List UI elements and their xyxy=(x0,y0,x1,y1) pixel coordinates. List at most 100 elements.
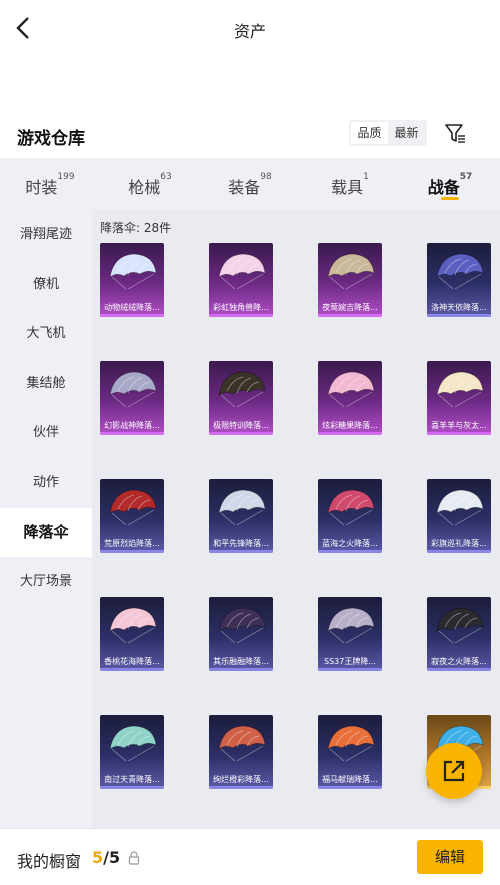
parachute-icon xyxy=(218,371,266,408)
page-title: 资产 xyxy=(233,22,266,41)
item-name: 炫彩糖果降落... xyxy=(322,421,378,430)
sidebar-item-glide-trail[interactable]: 滑翔尾迹 xyxy=(0,210,92,260)
item-name: 彩虹独角兽降... xyxy=(213,303,269,312)
rarity-bar xyxy=(100,314,164,317)
item-card[interactable]: 极限特训降落... xyxy=(209,361,273,435)
item-card[interactable]: 动物绒绒降落... xyxy=(100,243,164,317)
lock-icon xyxy=(128,850,140,865)
item-name: SS37王牌降... xyxy=(324,657,376,666)
category-tabs: 时装199 枪械63 装备98 载具1 战备57 xyxy=(0,158,500,210)
sidebar-item-emote[interactable]: 动作 xyxy=(0,458,92,508)
showcase-label: 我的橱窗 xyxy=(17,852,82,871)
parachute-icon xyxy=(436,253,484,290)
parachute-icon xyxy=(327,253,375,290)
item-name: 荒原烈焰降落... xyxy=(104,539,160,548)
parachute-icon xyxy=(109,253,157,290)
item-card[interactable]: 福马献瑞降落... xyxy=(318,715,382,789)
item-card[interactable]: 和平先锋降落... xyxy=(209,479,273,553)
rarity-bar xyxy=(318,786,382,789)
sidebar-item-airplane[interactable]: 大飞机 xyxy=(0,309,92,359)
sidebar-item-companion[interactable]: 伙伴 xyxy=(0,408,92,458)
footer-bar: 我的橱窗 5/5 编辑 xyxy=(0,828,500,885)
filter-icon[interactable] xyxy=(444,122,466,144)
item-card[interactable]: 彩旗巡礼降落... xyxy=(427,479,491,553)
item-name: 南过天青降落... xyxy=(104,775,160,784)
sidebar-item-wingman[interactable]: 僚机 xyxy=(0,260,92,310)
parachute-icon xyxy=(218,489,266,526)
sidebar-item-assembly-pod[interactable]: 集结舱 xyxy=(0,359,92,409)
item-name: 蓝海之火降落... xyxy=(322,539,378,548)
rarity-bar xyxy=(318,432,382,435)
parachute-icon xyxy=(436,489,484,526)
item-card[interactable]: 炫彩糖果降落... xyxy=(318,361,382,435)
sort-latest[interactable]: 最新 xyxy=(388,122,425,144)
tab-vehicles[interactable]: 载具1 xyxy=(300,158,400,210)
item-name: 寂夜之火降落... xyxy=(431,657,487,666)
item-card[interactable]: 南过天青降落... xyxy=(100,715,164,789)
item-name: 香桃花海降落... xyxy=(104,657,160,666)
item-name: 绚烂橙彩降落... xyxy=(213,775,269,784)
rarity-bar xyxy=(209,550,273,553)
item-card[interactable]: 洛神天依降落... xyxy=(427,243,491,317)
item-grid-panel: 降落伞: 28件 动物绒绒降落... 彩虹独角兽降... 夜莺婉吉降落... 洛神天依… xyxy=(92,210,500,828)
parachute-icon xyxy=(327,371,375,408)
rarity-bar xyxy=(318,668,382,671)
tab-equipment[interactable]: 装备98 xyxy=(200,158,300,210)
sort-quality[interactable]: 品质 xyxy=(351,122,388,144)
share-button[interactable] xyxy=(426,743,482,799)
rarity-bar xyxy=(318,314,382,317)
tab-weapons[interactable]: 枪械63 xyxy=(100,158,200,210)
parachute-icon xyxy=(218,253,266,290)
parachute-icon xyxy=(218,607,266,644)
rarity-bar xyxy=(100,432,164,435)
edit-button[interactable]: 编辑 xyxy=(417,840,483,874)
item-card[interactable]: 夜莺婉吉降落... xyxy=(318,243,382,317)
rarity-bar xyxy=(100,668,164,671)
parachute-icon xyxy=(218,725,266,762)
rarity-bar xyxy=(209,668,273,671)
warehouse-section: 游戏仓库 品质 最新 xyxy=(0,112,500,158)
parachute-icon xyxy=(109,725,157,762)
parachute-icon xyxy=(436,371,484,408)
parachute-icon xyxy=(436,607,484,644)
sidebar-item-parachute[interactable]: 降落伞 xyxy=(0,507,92,558)
parachute-icon xyxy=(327,607,375,644)
item-name: 极限特训降落... xyxy=(213,421,269,430)
share-external-icon xyxy=(443,760,465,782)
item-card[interactable]: 蓝海之火降落... xyxy=(318,479,382,553)
rarity-bar xyxy=(427,668,491,671)
item-name: 和平先锋降落... xyxy=(213,539,269,548)
rarity-bar xyxy=(100,550,164,553)
parachute-icon xyxy=(109,489,157,526)
rarity-bar xyxy=(427,314,491,317)
item-card[interactable]: 香桃花海降落... xyxy=(100,597,164,671)
item-name: 洛神天依降落... xyxy=(431,303,487,312)
tab-indicator xyxy=(441,197,459,200)
sidebar-item-lobby-scene[interactable]: 大厅场景 xyxy=(0,557,92,607)
item-card[interactable]: 喜羊羊与灰太... xyxy=(427,361,491,435)
item-name: 夜莺婉吉降落... xyxy=(322,303,378,312)
parachute-icon xyxy=(327,489,375,526)
rarity-bar xyxy=(427,550,491,553)
item-card[interactable]: 荒原烈焰降落... xyxy=(100,479,164,553)
item-count-label: 降落伞: 28件 xyxy=(100,221,172,235)
item-card[interactable]: 彩虹独角兽降... xyxy=(209,243,273,317)
parachute-icon xyxy=(327,725,375,762)
item-name: 动物绒绒降落... xyxy=(104,303,160,312)
section-title: 游戏仓库 xyxy=(17,129,85,149)
sidebar: 滑翔尾迹 僚机 大飞机 集结舱 伙伴 动作 降落伞 大厅场景 xyxy=(0,210,92,828)
item-name: 彩旗巡礼降落... xyxy=(431,539,487,548)
item-name: 喜羊羊与灰太... xyxy=(431,421,487,430)
item-name: 福马献瑞降落... xyxy=(322,775,378,784)
parachute-icon xyxy=(109,371,157,408)
rarity-bar xyxy=(209,314,273,317)
header: 资产 xyxy=(0,0,500,58)
item-card[interactable]: 幻影战神降落... xyxy=(100,361,164,435)
item-card[interactable]: 寂夜之火降落... xyxy=(427,597,491,671)
item-card[interactable]: 绚烂橙彩降落... xyxy=(209,715,273,789)
item-card[interactable]: SS37王牌降... xyxy=(318,597,382,671)
tab-fashion[interactable]: 时装199 xyxy=(0,158,100,210)
tab-readiness[interactable]: 战备57 xyxy=(400,158,500,210)
rarity-bar xyxy=(100,786,164,789)
item-card[interactable]: 其乐融融降落... xyxy=(209,597,273,671)
